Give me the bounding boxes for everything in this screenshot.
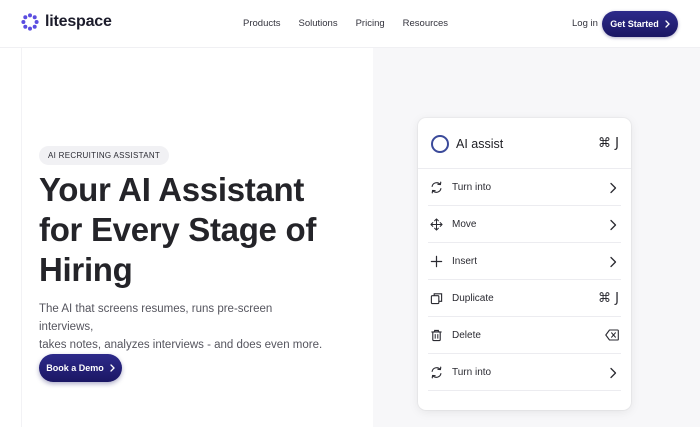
move-icon: [430, 218, 443, 231]
chevron-right-icon: [110, 364, 115, 372]
main-nav: Products Solutions Pricing Resources: [243, 18, 448, 29]
plus-icon: [430, 255, 443, 268]
chevron-right-icon: [610, 219, 617, 231]
nav-item-solutions[interactable]: Solutions: [299, 18, 338, 29]
chevron-right-icon: [665, 20, 670, 28]
ai-assist-title: AI assist: [456, 137, 504, 151]
hero-subtitle-line: The AI that screens resumes, runs pre-sc…: [39, 303, 273, 333]
hero-title-line: Hiring: [39, 251, 133, 288]
hero-badge: AI RECRUITING ASSISTANT: [39, 146, 170, 165]
menu-item-label: Duplicate: [452, 293, 494, 304]
get-started-button[interactable]: Get Started: [602, 11, 678, 37]
chevron-right-icon: [610, 367, 617, 379]
menu-item-label: Turn into: [452, 182, 492, 193]
hero-subtitle: The AI that screens resumes, runs pre-sc…: [39, 300, 329, 354]
menu-item-move[interactable]: Move: [428, 206, 621, 243]
logo[interactable]: litespace: [21, 13, 112, 31]
nav-item-products[interactable]: Products: [243, 18, 281, 29]
menu-item-label: Delete: [452, 330, 481, 341]
hero-subtitle-line: takes notes, analyzes interviews - and d…: [39, 339, 323, 351]
refresh-icon: [431, 181, 442, 194]
menu-item-duplicate[interactable]: Duplicate ⌘ J: [428, 280, 621, 317]
ai-ring-icon: [431, 135, 449, 153]
logo-icon: [21, 13, 39, 31]
copy-icon: [430, 293, 443, 305]
ai-assist-shortcut: ⌘ J: [598, 136, 619, 151]
nav-item-resources[interactable]: Resources: [403, 18, 448, 29]
book-demo-button[interactable]: Book a Demo: [39, 354, 122, 382]
refresh-icon: [431, 366, 442, 379]
menu-item-label: Turn into: [452, 367, 492, 378]
logo-text: litespace: [45, 13, 112, 30]
get-started-label: Get Started: [610, 19, 659, 29]
chevron-right-icon: [610, 182, 617, 194]
ai-assist-menu: AI assist ⌘ J Turn into Move Insert Dupl…: [418, 118, 631, 410]
trash-icon: [431, 329, 442, 342]
menu-item-label: Move: [452, 219, 477, 230]
menu-item-label: Insert: [452, 256, 478, 267]
menu-item-insert[interactable]: Insert: [428, 243, 621, 280]
backspace-icon: [605, 329, 619, 341]
duplicate-shortcut: ⌘ J: [598, 291, 619, 306]
chevron-right-icon: [610, 256, 617, 268]
hero-title-line: for Every Stage of: [39, 211, 317, 248]
menu-item-turn-into[interactable]: Turn into: [428, 354, 621, 391]
hero-title: Your AI Assistant for Every Stage of Hir…: [39, 170, 339, 290]
menu-item-turn-into[interactable]: Turn into: [428, 169, 621, 206]
site-header: litespace Products Solutions Pricing Res…: [0, 0, 700, 48]
menu-item-delete[interactable]: Delete: [428, 317, 621, 354]
nav-item-pricing[interactable]: Pricing: [356, 18, 385, 29]
book-demo-label: Book a Demo: [46, 363, 104, 373]
login-link[interactable]: Log in: [572, 18, 598, 29]
hero-title-line: Your AI Assistant: [39, 171, 305, 208]
ai-assist-header[interactable]: AI assist ⌘ J: [418, 118, 631, 169]
